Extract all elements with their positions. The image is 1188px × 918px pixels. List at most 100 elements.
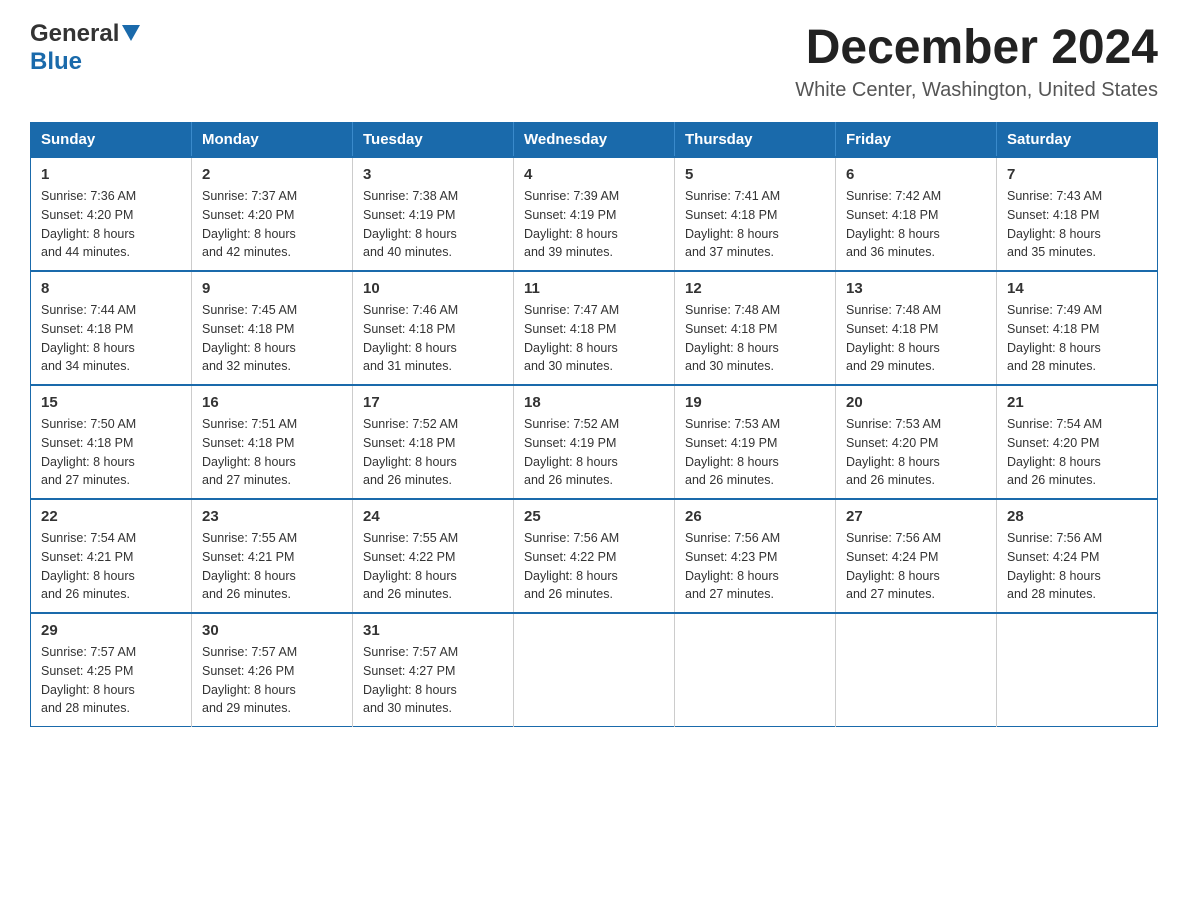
day-info: Sunrise: 7:57 AMSunset: 4:25 PMDaylight:…	[41, 643, 181, 718]
calendar-cell: 17 Sunrise: 7:52 AMSunset: 4:18 PMDaylig…	[353, 385, 514, 499]
calendar-header-saturday: Saturday	[997, 123, 1158, 158]
day-number: 4	[524, 166, 664, 183]
calendar-cell: 22 Sunrise: 7:54 AMSunset: 4:21 PMDaylig…	[31, 499, 192, 613]
day-info: Sunrise: 7:54 AMSunset: 4:21 PMDaylight:…	[41, 529, 181, 604]
day-number: 2	[202, 166, 342, 183]
day-info: Sunrise: 7:52 AMSunset: 4:19 PMDaylight:…	[524, 415, 664, 490]
day-number: 31	[363, 622, 503, 639]
calendar-cell: 29 Sunrise: 7:57 AMSunset: 4:25 PMDaylig…	[31, 613, 192, 727]
logo: General Blue	[30, 20, 140, 76]
day-number: 11	[524, 280, 664, 297]
header: General Blue December 2024 White Center,…	[30, 20, 1158, 102]
day-info: Sunrise: 7:51 AMSunset: 4:18 PMDaylight:…	[202, 415, 342, 490]
day-info: Sunrise: 7:56 AMSunset: 4:22 PMDaylight:…	[524, 529, 664, 604]
day-info: Sunrise: 7:55 AMSunset: 4:21 PMDaylight:…	[202, 529, 342, 604]
month-title: December 2024	[795, 20, 1158, 75]
day-number: 25	[524, 508, 664, 525]
calendar-week-row-2: 8 Sunrise: 7:44 AMSunset: 4:18 PMDayligh…	[31, 271, 1158, 385]
day-number: 21	[1007, 394, 1147, 411]
calendar-week-row-3: 15 Sunrise: 7:50 AMSunset: 4:18 PMDaylig…	[31, 385, 1158, 499]
day-info: Sunrise: 7:36 AMSunset: 4:20 PMDaylight:…	[41, 187, 181, 262]
day-number: 5	[685, 166, 825, 183]
calendar-cell: 11 Sunrise: 7:47 AMSunset: 4:18 PMDaylig…	[514, 271, 675, 385]
calendar-cell: 2 Sunrise: 7:37 AMSunset: 4:20 PMDayligh…	[192, 157, 353, 271]
calendar-table: SundayMondayTuesdayWednesdayThursdayFrid…	[30, 122, 1158, 727]
day-info: Sunrise: 7:37 AMSunset: 4:20 PMDaylight:…	[202, 187, 342, 262]
day-number: 26	[685, 508, 825, 525]
day-number: 16	[202, 394, 342, 411]
calendar-cell: 16 Sunrise: 7:51 AMSunset: 4:18 PMDaylig…	[192, 385, 353, 499]
day-info: Sunrise: 7:56 AMSunset: 4:24 PMDaylight:…	[846, 529, 986, 604]
day-info: Sunrise: 7:54 AMSunset: 4:20 PMDaylight:…	[1007, 415, 1147, 490]
day-number: 20	[846, 394, 986, 411]
calendar-header-row: SundayMondayTuesdayWednesdayThursdayFrid…	[31, 123, 1158, 158]
day-info: Sunrise: 7:42 AMSunset: 4:18 PMDaylight:…	[846, 187, 986, 262]
calendar-cell: 13 Sunrise: 7:48 AMSunset: 4:18 PMDaylig…	[836, 271, 997, 385]
day-number: 19	[685, 394, 825, 411]
day-number: 18	[524, 394, 664, 411]
calendar-cell	[514, 613, 675, 727]
day-number: 8	[41, 280, 181, 297]
calendar-cell: 15 Sunrise: 7:50 AMSunset: 4:18 PMDaylig…	[31, 385, 192, 499]
day-number: 7	[1007, 166, 1147, 183]
day-number: 23	[202, 508, 342, 525]
day-info: Sunrise: 7:41 AMSunset: 4:18 PMDaylight:…	[685, 187, 825, 262]
day-info: Sunrise: 7:55 AMSunset: 4:22 PMDaylight:…	[363, 529, 503, 604]
calendar-cell: 28 Sunrise: 7:56 AMSunset: 4:24 PMDaylig…	[997, 499, 1158, 613]
day-info: Sunrise: 7:57 AMSunset: 4:27 PMDaylight:…	[363, 643, 503, 718]
day-info: Sunrise: 7:56 AMSunset: 4:23 PMDaylight:…	[685, 529, 825, 604]
day-number: 17	[363, 394, 503, 411]
calendar-cell: 26 Sunrise: 7:56 AMSunset: 4:23 PMDaylig…	[675, 499, 836, 613]
day-number: 24	[363, 508, 503, 525]
day-number: 13	[846, 280, 986, 297]
calendar-cell: 8 Sunrise: 7:44 AMSunset: 4:18 PMDayligh…	[31, 271, 192, 385]
calendar-week-row-4: 22 Sunrise: 7:54 AMSunset: 4:21 PMDaylig…	[31, 499, 1158, 613]
calendar-cell: 10 Sunrise: 7:46 AMSunset: 4:18 PMDaylig…	[353, 271, 514, 385]
calendar-cell: 25 Sunrise: 7:56 AMSunset: 4:22 PMDaylig…	[514, 499, 675, 613]
day-info: Sunrise: 7:48 AMSunset: 4:18 PMDaylight:…	[846, 301, 986, 376]
calendar-cell: 30 Sunrise: 7:57 AMSunset: 4:26 PMDaylig…	[192, 613, 353, 727]
day-info: Sunrise: 7:52 AMSunset: 4:18 PMDaylight:…	[363, 415, 503, 490]
day-number: 1	[41, 166, 181, 183]
day-info: Sunrise: 7:50 AMSunset: 4:18 PMDaylight:…	[41, 415, 181, 490]
calendar-cell: 7 Sunrise: 7:43 AMSunset: 4:18 PMDayligh…	[997, 157, 1158, 271]
logo-triangle-icon	[122, 25, 140, 46]
day-info: Sunrise: 7:39 AMSunset: 4:19 PMDaylight:…	[524, 187, 664, 262]
calendar-header-sunday: Sunday	[31, 123, 192, 158]
calendar-cell: 4 Sunrise: 7:39 AMSunset: 4:19 PMDayligh…	[514, 157, 675, 271]
day-number: 27	[846, 508, 986, 525]
calendar-cell: 3 Sunrise: 7:38 AMSunset: 4:19 PMDayligh…	[353, 157, 514, 271]
day-info: Sunrise: 7:46 AMSunset: 4:18 PMDaylight:…	[363, 301, 503, 376]
calendar-cell: 12 Sunrise: 7:48 AMSunset: 4:18 PMDaylig…	[675, 271, 836, 385]
calendar-cell: 5 Sunrise: 7:41 AMSunset: 4:18 PMDayligh…	[675, 157, 836, 271]
day-info: Sunrise: 7:53 AMSunset: 4:20 PMDaylight:…	[846, 415, 986, 490]
calendar-cell	[675, 613, 836, 727]
day-number: 9	[202, 280, 342, 297]
day-info: Sunrise: 7:49 AMSunset: 4:18 PMDaylight:…	[1007, 301, 1147, 376]
day-number: 22	[41, 508, 181, 525]
calendar-cell: 20 Sunrise: 7:53 AMSunset: 4:20 PMDaylig…	[836, 385, 997, 499]
title-area: December 2024 White Center, Washington, …	[795, 20, 1158, 102]
calendar-cell: 1 Sunrise: 7:36 AMSunset: 4:20 PMDayligh…	[31, 157, 192, 271]
day-info: Sunrise: 7:43 AMSunset: 4:18 PMDaylight:…	[1007, 187, 1147, 262]
day-info: Sunrise: 7:57 AMSunset: 4:26 PMDaylight:…	[202, 643, 342, 718]
calendar-cell: 27 Sunrise: 7:56 AMSunset: 4:24 PMDaylig…	[836, 499, 997, 613]
calendar-cell: 23 Sunrise: 7:55 AMSunset: 4:21 PMDaylig…	[192, 499, 353, 613]
day-number: 12	[685, 280, 825, 297]
calendar-header-monday: Monday	[192, 123, 353, 158]
day-number: 30	[202, 622, 342, 639]
calendar-header-tuesday: Tuesday	[353, 123, 514, 158]
calendar-cell: 24 Sunrise: 7:55 AMSunset: 4:22 PMDaylig…	[353, 499, 514, 613]
day-info: Sunrise: 7:48 AMSunset: 4:18 PMDaylight:…	[685, 301, 825, 376]
logo-general-text: General	[30, 20, 119, 48]
day-number: 28	[1007, 508, 1147, 525]
day-number: 15	[41, 394, 181, 411]
calendar-cell: 18 Sunrise: 7:52 AMSunset: 4:19 PMDaylig…	[514, 385, 675, 499]
calendar-header-wednesday: Wednesday	[514, 123, 675, 158]
day-info: Sunrise: 7:47 AMSunset: 4:18 PMDaylight:…	[524, 301, 664, 376]
calendar-cell: 19 Sunrise: 7:53 AMSunset: 4:19 PMDaylig…	[675, 385, 836, 499]
calendar-header-friday: Friday	[836, 123, 997, 158]
day-number: 10	[363, 280, 503, 297]
calendar-cell	[836, 613, 997, 727]
calendar-cell: 21 Sunrise: 7:54 AMSunset: 4:20 PMDaylig…	[997, 385, 1158, 499]
